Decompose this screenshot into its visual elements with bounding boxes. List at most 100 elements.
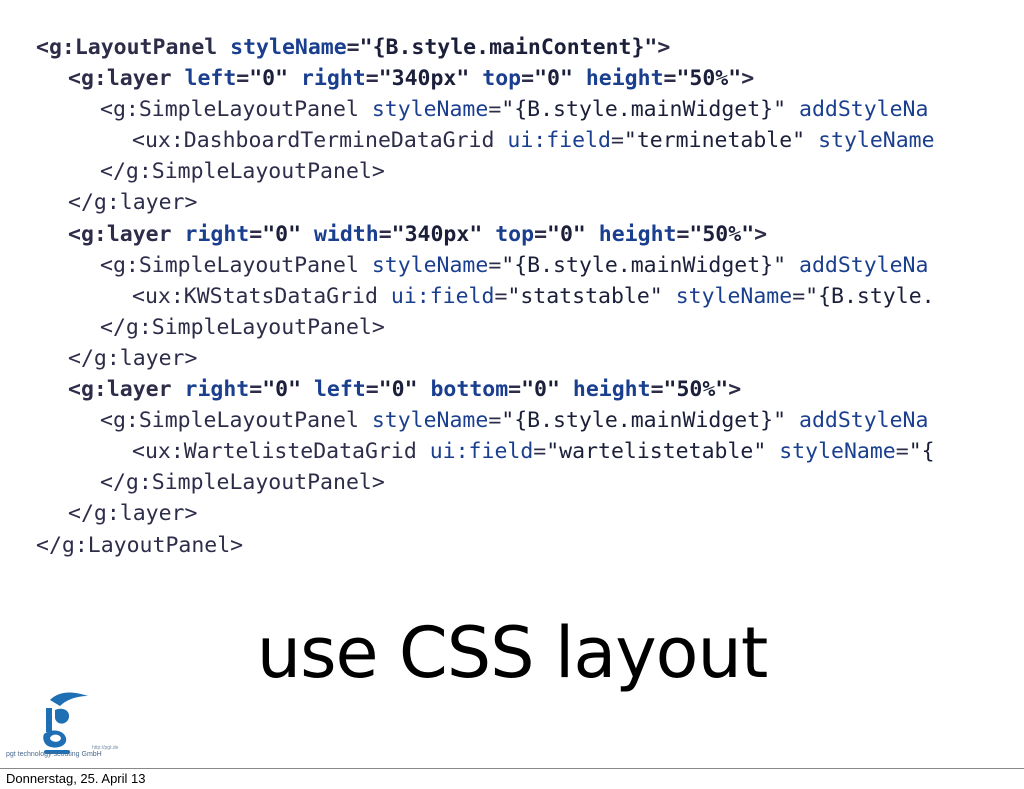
code-token: "340px" [378, 66, 483, 92]
code-line: <g:layer left="0" right="340px" top="0" … [36, 63, 1024, 94]
code-token: = [508, 377, 522, 403]
code-token: <g:SimpleLayoutPanel [100, 97, 372, 123]
code-token: <g:SimpleLayoutPanel [100, 408, 372, 434]
code-token: "340px" [391, 221, 496, 247]
code-token: styleName [371, 408, 489, 434]
code-token: "{B.style. [805, 283, 935, 309]
code-token: = [365, 66, 379, 92]
code-token: = [895, 439, 909, 465]
code-token: = [346, 35, 360, 60]
code-token: width [313, 221, 379, 247]
code-token: left [184, 66, 237, 92]
code-token: "50%" [689, 221, 755, 247]
slide-title: use CSS layout [256, 612, 769, 694]
code-line: <ux:DashboardTermineDataGrid ui:field="t… [36, 125, 1024, 156]
code-line: <ux:WartelisteDataGrid ui:field = "warteli… [36, 436, 1024, 467]
code-token: = [236, 66, 250, 92]
code-token: = [650, 377, 664, 403]
code-token: = [676, 221, 690, 247]
code-token: right [184, 221, 250, 247]
code-line: </g:SimpleLayoutPanel> [36, 156, 1024, 187]
code-token: = [249, 377, 263, 403]
code-token: "statstable" [507, 283, 676, 309]
code-line: <g:LayoutPanel styleName="{B.style.mainC… [36, 32, 1024, 63]
code-token: styleName [779, 439, 896, 465]
code-token: = [792, 283, 806, 309]
code-token: styleName [675, 283, 793, 309]
code-token: "0" [534, 66, 586, 92]
code-token: = [378, 221, 392, 247]
code-token: height [572, 377, 651, 403]
code-token: styleName [371, 97, 489, 123]
code-token: </g:layer> [68, 501, 198, 527]
code-token: > [657, 35, 671, 60]
code-line: <g:layer right="0" left="0" bottom="0" h… [36, 374, 1024, 405]
code-token: styleName [230, 35, 347, 60]
code-token: = [249, 221, 263, 247]
code-token: ui:field [507, 128, 611, 154]
code-token: height [585, 66, 664, 92]
code-token: "{B.style.mainWidget}" [501, 97, 799, 123]
code-token: "0" [249, 66, 302, 92]
code-token: "0" [262, 221, 314, 247]
code-token: </g:layer> [68, 345, 198, 371]
code-token: "0" [547, 221, 599, 247]
code-token: addStyleNa [799, 408, 929, 434]
code-token: top [495, 221, 535, 247]
code-token: = [365, 377, 379, 403]
code-token: = [494, 283, 508, 309]
code-token: "{B.style.mainWidget}" [501, 408, 799, 434]
code-token: <g:SimpleLayoutPanel [100, 252, 372, 278]
code-line: <g:SimpleLayoutPanel styleName="{B.style… [36, 94, 1024, 125]
code-line: </g:layer> [36, 187, 1024, 218]
code-token: </g:LayoutPanel> [36, 532, 244, 558]
code-token: "terminetable" [623, 128, 819, 154]
code-token: styleName [371, 252, 489, 278]
code-token: addStyleNa [799, 252, 929, 278]
code-line: </g:layer> [36, 498, 1024, 529]
code-line: </g:SimpleLayoutPanel> [36, 312, 1024, 343]
code-token: bottom [430, 377, 509, 403]
code-token: <ux:KWStatsDataGrid [132, 283, 391, 309]
code-token: height [598, 221, 677, 247]
code-token: > [741, 66, 755, 92]
code-token: "50%" [663, 377, 729, 403]
code-token: "wartelistetable" [546, 439, 780, 465]
code-token: </g:layer> [68, 190, 198, 216]
code-token: > [754, 221, 768, 247]
logo-company-name: pgt technology scouting GmbH [6, 751, 102, 758]
code-token: <g:layer [68, 221, 185, 247]
code-token: </g:SimpleLayoutPanel> [100, 470, 385, 496]
code-token: "50%" [676, 66, 742, 92]
code-line: <ux:KWStatsDataGrid ui:field="statstable… [36, 281, 1024, 312]
code-token: <ux:DashboardTermineDataGrid [132, 128, 508, 154]
code-token: <g:layer [68, 66, 185, 92]
code-line: </g:layer> [36, 343, 1024, 374]
code-token: = [610, 128, 624, 154]
code-line: <g:SimpleLayoutPanel styleName="{B.style… [36, 250, 1024, 281]
code-token: = [488, 252, 502, 278]
code-token: ui:field [429, 439, 534, 465]
code-token: = [521, 66, 535, 92]
code-token: > [728, 377, 742, 403]
code-token: left [313, 377, 366, 403]
code-token: addStyleNa [799, 97, 929, 123]
code-token: right [301, 66, 366, 92]
code-token: "{B.style.mainWidget}" [501, 252, 799, 278]
code-token: "0" [378, 377, 431, 403]
code-token: </g:SimpleLayoutPanel> [100, 159, 385, 185]
code-token: = [663, 66, 677, 92]
code-token: = [488, 97, 502, 123]
code-token: right [184, 377, 250, 403]
code-line: </g:SimpleLayoutPanel> [36, 467, 1024, 498]
logo-url: http://pgt.de [92, 745, 119, 751]
code-line: <g:SimpleLayoutPanel styleName="{B.style… [36, 405, 1024, 436]
code-token: "0" [262, 377, 314, 403]
code-token: <ux:WartelisteDataGrid [132, 439, 430, 465]
code-token: </g:SimpleLayoutPanel> [100, 314, 385, 340]
code-block: <g:LayoutPanel styleName="{B.style.mainC… [36, 32, 1024, 561]
slide: <g:LayoutPanel styleName="{B.style.mainC… [0, 0, 1024, 768]
code-token: <g:LayoutPanel [36, 35, 231, 60]
footer: Donnerstag, 25. April 13 [0, 768, 1024, 789]
code-token: styleName [818, 128, 935, 154]
